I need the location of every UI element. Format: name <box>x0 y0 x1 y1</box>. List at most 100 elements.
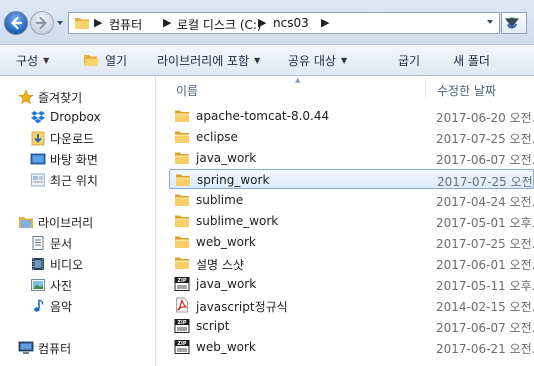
svg-text:ZIP: ZIP <box>177 278 186 284</box>
file-date-modified: 2017-05-11 오후... <box>436 279 534 293</box>
svg-text:ZIP: ZIP <box>177 320 186 326</box>
svg-text:ZIP: ZIP <box>177 341 186 347</box>
file-row[interactable]: sublime_work 2017-05-01 오후... <box>169 211 534 231</box>
file-name: script <box>196 319 230 333</box>
folder-icon <box>174 234 190 250</box>
zip-archive-icon: ZIP <box>174 339 190 355</box>
arrow-left-icon <box>11 16 23 30</box>
file-name: web_work <box>196 340 256 354</box>
nav-item-pictures[interactable]: 사진 <box>0 275 156 295</box>
arrow-right-icon <box>35 16 47 30</box>
pictures-icon <box>29 277 46 293</box>
navigation-pane[interactable]: 즐겨찾기 Dropbox 다운로드 바탕 화면 최근 위치 라이브러리 문서 비… <box>0 76 156 366</box>
computer-icon <box>17 340 34 356</box>
file-name: web_work <box>196 235 256 249</box>
nav-item-downloads[interactable]: 다운로드 <box>0 128 156 148</box>
breadcrumb-chevron-icon[interactable]: ▶ <box>258 16 266 29</box>
video-icon <box>29 256 46 272</box>
breadcrumb-chevron-icon[interactable]: ▶ <box>321 16 329 29</box>
file-name: sublime_work <box>196 214 279 228</box>
burn-button[interactable]: 굽기 <box>398 45 420 76</box>
column-header-date-modified[interactable]: 수정한 날짜 <box>437 82 496 99</box>
file-row[interactable]: javascript정규식 2014-02-15 오전... <box>169 295 534 315</box>
file-row[interactable]: apache-tomcat-8.0.44 2017-06-20 오전... <box>169 106 534 126</box>
column-divider[interactable] <box>425 78 426 100</box>
file-row[interactable]: ZIP script 2017-06-07 오전... <box>169 316 534 336</box>
nav-item-music[interactable]: 음악 <box>0 296 156 316</box>
nav-item-label: 비디오 <box>50 257 84 272</box>
file-row[interactable]: java_work 2017-06-07 오전... <box>169 148 534 168</box>
file-row[interactable]: 설명 스샷 2017-06-01 오전... <box>169 253 534 273</box>
file-row[interactable]: ZIP web_work 2017-06-21 오전... <box>169 337 534 357</box>
breadcrumb-ncs03[interactable]: ncs03 <box>273 16 309 30</box>
music-note-icon <box>29 298 46 314</box>
chevron-down-icon: ▼ <box>254 56 261 65</box>
nav-favorites-label: 즐겨찾기 <box>38 90 83 105</box>
command-bar: 구성 ▼ 열기 라이브러리에 포함 ▼ 공유 대상 ▼ 굽기 새 폴더 <box>0 44 534 76</box>
include-in-library-button[interactable]: 라이브러리에 포함 ▼ <box>157 45 260 76</box>
sort-ascending-icon: ▲ <box>295 76 301 84</box>
folder-icon <box>174 108 190 124</box>
column-header-name[interactable]: 이름 <box>176 82 198 99</box>
file-date-modified: 2017-07-25 오전... <box>437 175 534 189</box>
file-name: apache-tomcat-8.0.44 <box>196 109 330 123</box>
open-button[interactable]: 열기 <box>83 45 127 76</box>
forward-button[interactable] <box>30 11 54 35</box>
folder-icon <box>174 129 190 145</box>
breadcrumb-local-disk[interactable]: 로컬 디스크 (C:) <box>177 16 262 33</box>
nav-item-recent-places[interactable]: 최근 위치 <box>0 170 156 190</box>
file-list[interactable]: ▲ 이름 수정한 날짜 apache-tomcat-8.0.44 2017-06-… <box>157 76 534 366</box>
nav-item-desktop[interactable]: 바탕 화면 <box>0 149 156 169</box>
documents-icon <box>29 235 46 251</box>
nav-item-documents[interactable]: 문서 <box>0 233 156 253</box>
nav-item-label: 바탕 화면 <box>50 152 98 167</box>
refresh-button[interactable] <box>501 12 527 34</box>
new-folder-button[interactable]: 새 폴더 <box>453 45 490 76</box>
downloads-folder-icon <box>29 130 46 146</box>
file-name: spring_work <box>197 173 270 187</box>
explorer-window: ▶ 컴퓨터 ▶ 로컬 디스크 (C:) ▶ ncs03 ▶ 구성 ▼ 열기 라이… <box>0 0 534 366</box>
nav-item-label: Dropbox <box>50 110 101 124</box>
file-row[interactable]: eclipse 2017-07-25 오전... <box>169 127 534 147</box>
file-row[interactable]: sublime 2017-04-24 오전... <box>169 190 534 210</box>
breadcrumb-chevron-icon[interactable]: ▶ <box>163 16 171 29</box>
folder-icon <box>75 18 89 29</box>
file-row[interactable]: web_work 2017-07-25 오전... <box>169 232 534 252</box>
share-with-label: 공유 대상 <box>288 54 336 68</box>
recent-places-icon <box>29 172 46 188</box>
file-name: java_work <box>196 151 257 165</box>
folder-icon <box>174 192 190 208</box>
file-date-modified: 2017-04-24 오전... <box>436 195 534 209</box>
zip-archive-icon: ZIP <box>174 276 190 292</box>
address-bar-row: ▶ 컴퓨터 ▶ 로컬 디스크 (C:) ▶ ncs03 ▶ <box>0 0 534 44</box>
file-date-modified: 2014-02-15 오전... <box>436 300 534 314</box>
file-row[interactable]: ZIP java_work 2017-05-11 오후... <box>169 274 534 294</box>
share-with-button[interactable]: 공유 대상 ▼ <box>288 45 347 76</box>
nav-item-label: 사진 <box>50 278 73 293</box>
nav-libraries[interactable]: 라이브러리 <box>0 212 156 232</box>
nav-item-label: 최근 위치 <box>50 173 98 188</box>
nav-favorites[interactable]: 즐겨찾기 <box>0 87 156 107</box>
file-name: 설명 스샷 <box>196 258 244 272</box>
breadcrumb-computer[interactable]: 컴퓨터 <box>109 16 142 33</box>
file-name: eclipse <box>196 130 238 144</box>
file-date-modified: 2017-06-07 오전... <box>436 321 534 335</box>
back-button[interactable] <box>4 11 28 35</box>
burn-label: 굽기 <box>398 54 421 68</box>
file-row[interactable]: spring_work 2017-07-25 오전... <box>169 169 534 189</box>
breadcrumb-chevron-icon[interactable]: ▶ <box>94 16 102 29</box>
chevron-down-icon[interactable] <box>485 17 495 27</box>
address-box[interactable]: ▶ 컴퓨터 ▶ 로컬 디스크 (C:) ▶ ncs03 ▶ <box>68 12 500 34</box>
chevron-down-icon: ▼ <box>43 56 50 65</box>
chevron-down-icon: ▼ <box>340 56 348 65</box>
folder-icon <box>174 255 190 271</box>
organize-button[interactable]: 구성 ▼ <box>16 45 49 76</box>
nav-libraries-label: 라이브러리 <box>38 215 94 230</box>
nav-item-videos[interactable]: 비디오 <box>0 254 156 274</box>
folder-icon <box>174 213 190 229</box>
file-date-modified: 2017-06-07 오전... <box>436 153 534 167</box>
nav-computer[interactable]: 컴퓨터 <box>0 338 156 358</box>
nav-item-label: 문서 <box>50 236 73 251</box>
nav-item-dropbox[interactable]: Dropbox <box>0 107 156 127</box>
recent-pages-dropdown[interactable] <box>55 18 65 28</box>
